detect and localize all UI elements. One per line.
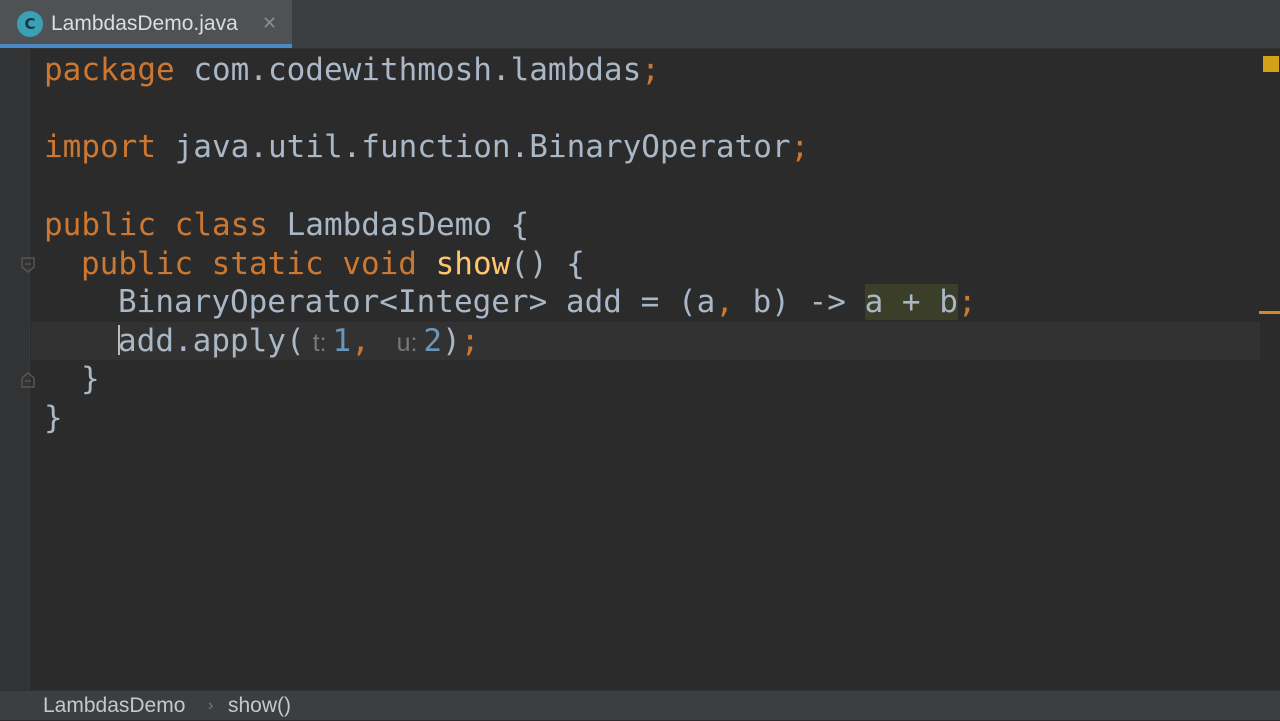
tab-lambdasdemo-java[interactable]: C LambdasDemo.java ✕ [0,0,292,48]
tab-label: LambdasDemo.java [51,12,238,35]
warning-stripe-marker[interactable] [1259,311,1280,314]
code-line-6: public static void show() { [81,246,585,282]
java-class-icon: C [17,11,43,37]
code-line-5: public class LambdasDemo { [44,207,530,243]
highlighted-expression: a + b [864,284,958,320]
code-line-10: } [44,400,63,436]
breadcrumb-separator-icon: › [208,697,214,714]
code-line-1: package com.codewithmosh.lambdas; [44,52,660,88]
editor-gutter [0,49,35,690]
breadcrumb-item-class[interactable]: LambdasDemo [43,691,185,721]
code-line-7: BinaryOperator<Integer> add = (a, b) -> … [118,284,977,320]
code-line-8: add.apply(t: 1, u: 2); [118,323,480,359]
editor-scrollbar[interactable] [1260,49,1280,690]
active-tab-indicator [0,44,292,48]
breadcrumb-item-method[interactable]: show() [228,691,291,721]
code-line-3: import java.util.function.BinaryOperator… [44,129,810,165]
close-icon[interactable]: ✕ [262,0,277,48]
code-editor[interactable]: package com.codewithmosh.lambdas; import… [31,49,1280,690]
text-caret [118,325,120,355]
parameter-hint-u: u: [396,329,418,357]
editor-tab-bar: C LambdasDemo.java ✕ [0,0,1280,49]
inspection-warning-icon[interactable] [1263,56,1279,72]
code-line-9: } [81,361,100,397]
parameter-hint-t: t: [312,329,327,357]
breadcrumb: LambdasDemo › show() [0,690,1280,720]
